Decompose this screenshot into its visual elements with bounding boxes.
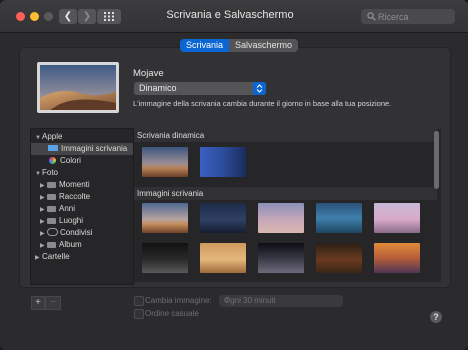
title-bar: ❮ ❯ Scrivania e Salvaschermo	[0, 0, 468, 33]
thumb-wallpaper[interactable]	[258, 243, 304, 273]
sidebar-item-label: Anni	[59, 204, 76, 213]
gallery-scrollbar[interactable]	[434, 131, 439, 189]
wallpaper-gallery: Scrivania dinamica Immagini scrivania	[134, 129, 441, 282]
photo-folder-icon	[47, 194, 56, 200]
group-cartelle[interactable]: ▶ Cartelle	[31, 251, 133, 263]
section-header-dynamic: Scrivania dinamica	[134, 129, 437, 142]
thumb-wallpaper[interactable]	[316, 243, 362, 273]
sidebar-item-label: Album	[59, 240, 82, 249]
cloud-icon	[47, 228, 58, 236]
show-all-button[interactable]	[97, 9, 121, 24]
thumb-wallpaper[interactable]	[316, 203, 362, 233]
group-foto-label: Foto	[42, 168, 59, 177]
mojave-desert-image	[40, 65, 116, 110]
sidebar-item-label: Luoghi	[59, 216, 84, 225]
mode-select[interactable]: Dinamico	[134, 82, 266, 95]
sidebar-item-label: Immagini scrivania	[61, 144, 128, 153]
thumb-solar-gradients[interactable]	[200, 147, 246, 177]
thumb-wallpaper[interactable]	[374, 243, 420, 273]
sidebar-item-label: Condivisi	[60, 228, 93, 237]
section-header-images: Immagini scrivania	[134, 187, 437, 200]
thumb-mojave-dynamic[interactable]	[142, 147, 188, 177]
sidebar-item-luoghi[interactable]: ▶ Luoghi	[31, 215, 133, 227]
random-order-label: Ordine casuale	[145, 309, 199, 318]
group-foto[interactable]: ▼Foto	[31, 167, 133, 179]
mode-value: Dinamico	[139, 83, 177, 93]
wallpaper-name: Mojave	[133, 68, 164, 79]
add-folder-button[interactable]: +	[31, 296, 45, 310]
folder-icon	[48, 145, 58, 151]
group-apple[interactable]: ▼Apple	[31, 131, 133, 143]
minimize-button[interactable]	[30, 12, 39, 21]
sidebar-item-label: Momenti	[59, 180, 90, 189]
group-apple-label: Apple	[42, 132, 63, 141]
preferences-window: ❮ ❯ Scrivania e Salvaschermo Scrivania S…	[0, 0, 468, 350]
photo-folder-icon	[47, 206, 56, 212]
search-icon	[367, 12, 376, 21]
current-wallpaper-preview	[37, 62, 119, 113]
photo-folder-icon	[47, 242, 56, 248]
photo-folder-icon	[47, 182, 56, 188]
grid-icon	[104, 12, 114, 21]
sidebar-item-anni[interactable]: ▶ Anni	[31, 203, 133, 215]
back-button[interactable]: ❮	[59, 9, 77, 24]
change-picture-checkbox[interactable]	[134, 296, 144, 306]
source-list: ▼Apple Immagini scrivania Colori ▼Foto ▶…	[30, 128, 134, 285]
chevron-left-icon: ❮	[63, 11, 73, 22]
search-field[interactable]	[361, 9, 455, 24]
sidebar-item-condivisi[interactable]: ▶ Condivisi	[31, 227, 133, 239]
sidebar-item-album[interactable]: ▶ Album	[31, 239, 133, 251]
chevron-right-icon: ❯	[82, 11, 92, 22]
change-picture-label: Cambia immagine:	[145, 296, 212, 305]
sidebar-item-label: Colori	[60, 156, 81, 165]
mode-description: L'immagine della scrivania cambia durant…	[133, 99, 392, 108]
updown-arrows-icon	[253, 82, 266, 95]
photo-folder-icon	[47, 218, 56, 224]
thumb-wallpaper[interactable]	[142, 243, 188, 273]
thumb-wallpaper[interactable]	[258, 203, 304, 233]
tab-scrivania[interactable]: Scrivania	[180, 39, 230, 52]
sidebar-item-colori[interactable]: Colori	[31, 155, 133, 167]
window-title: Scrivania e Salvaschermo	[166, 9, 294, 21]
sidebar-item-label: Raccolte	[59, 192, 91, 201]
tab-bar: Scrivania Salvaschermo	[180, 39, 299, 52]
thumb-wallpaper[interactable]	[142, 203, 188, 233]
sidebar-item-momenti[interactable]: ▶ Momenti	[31, 179, 133, 191]
close-button[interactable]	[16, 12, 25, 21]
remove-folder-button[interactable]: −	[45, 296, 61, 310]
forward-button[interactable]: ❯	[78, 9, 96, 24]
zoom-button[interactable]	[44, 12, 53, 21]
help-button[interactable]: ?	[430, 311, 442, 323]
sidebar-item-raccolte[interactable]: ▶ Raccolte	[31, 191, 133, 203]
thumb-wallpaper[interactable]	[200, 243, 246, 273]
updown-arrows-icon: ⇕	[224, 297, 230, 304]
sidebar-item-immagini-scrivania[interactable]: Immagini scrivania	[31, 143, 133, 155]
thumb-wallpaper[interactable]	[374, 203, 420, 233]
random-order-checkbox[interactable]	[134, 309, 144, 319]
thumb-wallpaper[interactable]	[200, 203, 246, 233]
tab-salvaschermo[interactable]: Salvaschermo	[229, 39, 299, 52]
color-wheel-icon	[49, 157, 56, 164]
search-input[interactable]	[378, 9, 450, 24]
interval-select[interactable]: Ogni 30 minuti ⇕	[219, 295, 343, 307]
disclosure-closed-icon: ▶	[35, 255, 40, 261]
group-cartelle-label: Cartelle	[42, 252, 70, 261]
